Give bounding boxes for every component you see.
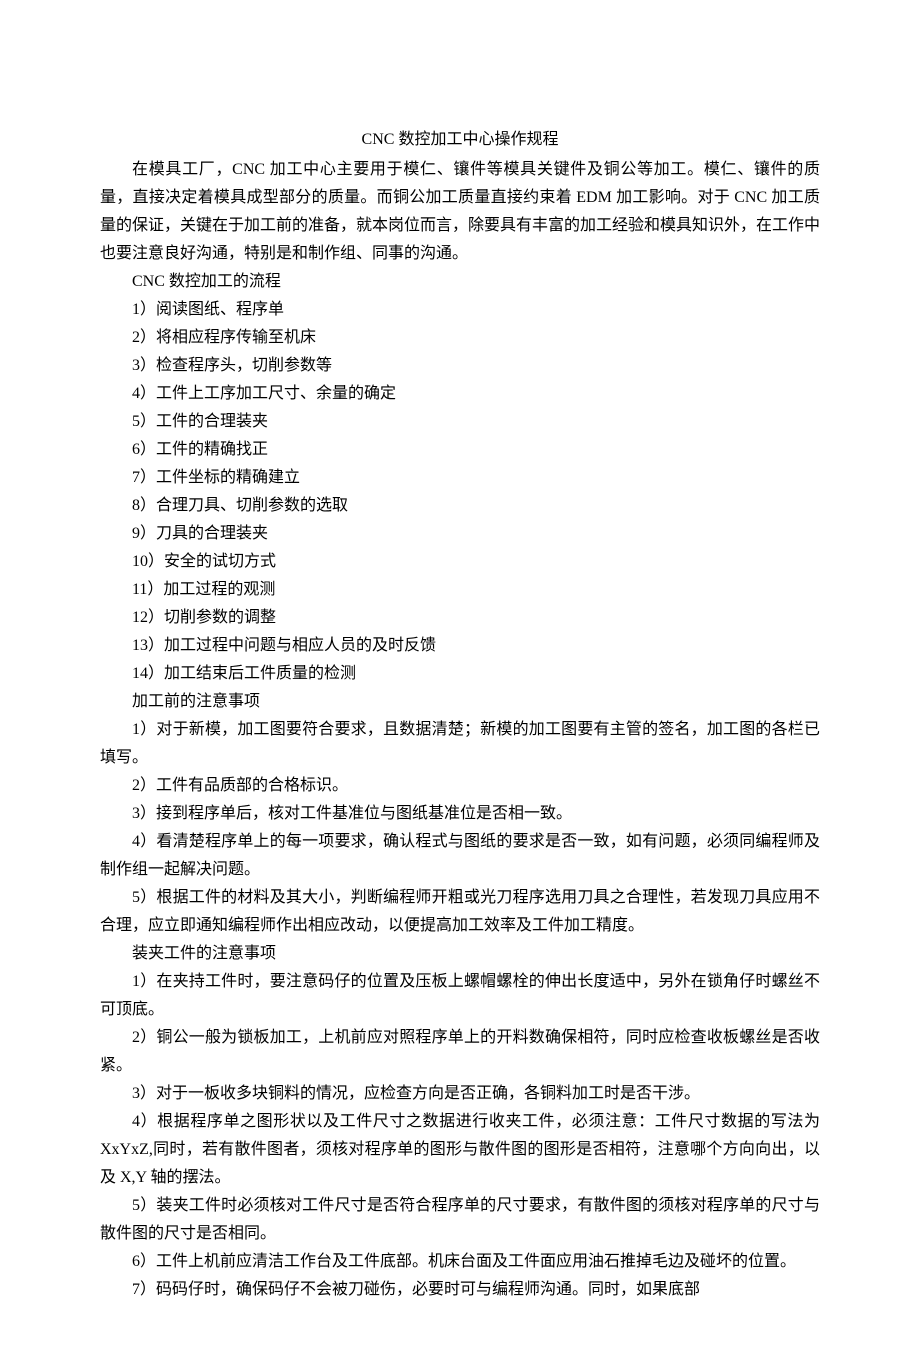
list-item: 12）切削参数的调整	[100, 604, 820, 632]
section-heading-process: CNC 数控加工的流程	[100, 268, 820, 296]
list-item: 6）工件上机前应清洁工作台及工件底部。机床台面及工件面应用油石推掉毛边及碰坏的位…	[100, 1248, 820, 1276]
list-item: 2）铜公一般为锁板加工，上机前应对照程序单上的开料数确保相符，同时应检查收板螺丝…	[100, 1024, 820, 1080]
list-item: 5）根据工件的材料及其大小，判断编程师开粗或光刀程序选用刀具之合理性，若发现刀具…	[100, 884, 820, 940]
intro-paragraph: 在模具工厂，CNC 加工中心主要用于模仁、镶件等模具关键件及铜公等加工。模仁、镶…	[100, 156, 820, 268]
list-item: 5）装夹工件时必须核对工件尺寸是否符合程序单的尺寸要求，有散件图的须核对程序单的…	[100, 1192, 820, 1248]
list-item: 3）对于一板收多块铜料的情况，应检查方向是否正确，各铜料加工时是否干涉。	[100, 1080, 820, 1108]
list-item: 11）加工过程的观测	[100, 576, 820, 604]
section-heading-preprocess: 加工前的注意事项	[100, 688, 820, 716]
section-heading-clamping: 装夹工件的注意事项	[100, 940, 820, 968]
list-item: 2）工件有品质部的合格标识。	[100, 772, 820, 800]
list-item: 13）加工过程中问题与相应人员的及时反馈	[100, 632, 820, 660]
list-item: 3）接到程序单后，核对工件基准位与图纸基准位是否相一致。	[100, 800, 820, 828]
document-page: CNC 数控加工中心操作规程 在模具工厂，CNC 加工中心主要用于模仁、镶件等模…	[0, 0, 920, 1364]
list-item: 3）检查程序头，切削参数等	[100, 352, 820, 380]
list-item: 8）合理刀具、切削参数的选取	[100, 492, 820, 520]
list-item: 4）工件上工序加工尺寸、余量的确定	[100, 380, 820, 408]
list-item: 9）刀具的合理装夹	[100, 520, 820, 548]
list-item: 10）安全的试切方式	[100, 548, 820, 576]
list-item: 7）工件坐标的精确建立	[100, 464, 820, 492]
list-item: 1）阅读图纸、程序单	[100, 296, 820, 324]
list-item: 4）根据程序单之图形状以及工件尺寸之数据进行收夹工件，必须注意：工件尺寸数据的写…	[100, 1108, 820, 1192]
list-item: 5）工件的合理装夹	[100, 408, 820, 436]
list-item: 2）将相应程序传输至机床	[100, 324, 820, 352]
document-title: CNC 数控加工中心操作规程	[100, 126, 820, 154]
list-item: 7）码码仔时，确保码仔不会被刀碰伤，必要时可与编程师沟通。同时，如果底部	[100, 1276, 820, 1304]
list-item: 1）对于新模，加工图要符合要求，且数据清楚；新模的加工图要有主管的签名，加工图的…	[100, 716, 820, 772]
list-item: 1）在夹持工件时，要注意码仔的位置及压板上螺帽螺栓的伸出长度适中，另外在锁角仔时…	[100, 968, 820, 1024]
list-item: 4）看清楚程序单上的每一项要求，确认程式与图纸的要求是否一致，如有问题，必须同编…	[100, 828, 820, 884]
list-item: 14）加工结束后工件质量的检测	[100, 660, 820, 688]
list-item: 6）工件的精确找正	[100, 436, 820, 464]
